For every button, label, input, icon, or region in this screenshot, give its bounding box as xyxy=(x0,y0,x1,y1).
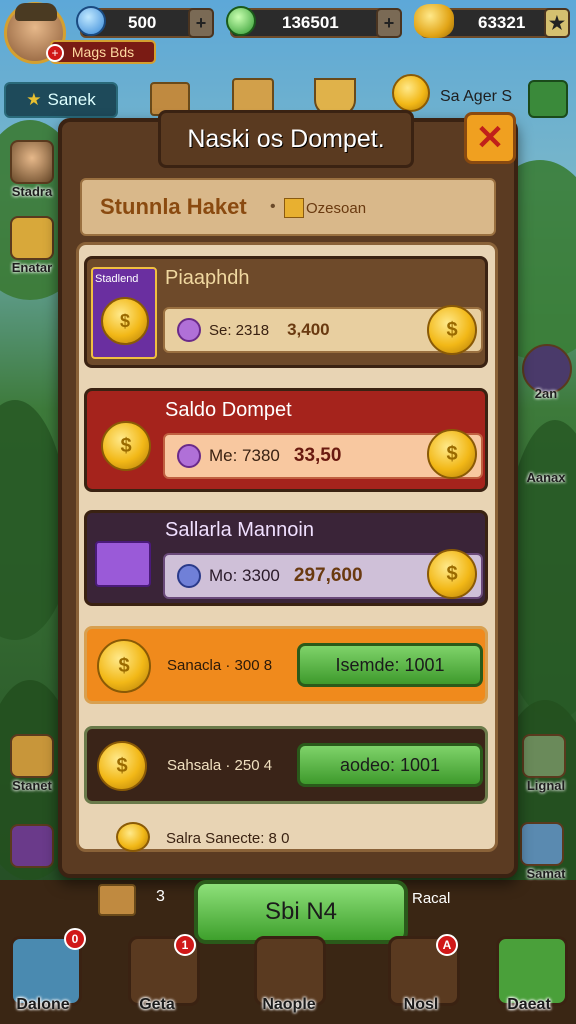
offer2-coin-icon: $ xyxy=(97,741,147,791)
card2-title: Saldo Dompet xyxy=(165,399,292,421)
card1-gem-icon xyxy=(177,318,201,342)
wallet-card-2[interactable]: $ Saldo Dompet Me: 7380 33,50 $ xyxy=(84,388,488,492)
left-side-label-1: Stadra xyxy=(11,184,53,199)
card3-amount: 297,600 xyxy=(293,565,363,586)
right-side-label-2: Aanax xyxy=(526,470,566,485)
bottom-nav-4-badge: A xyxy=(436,934,458,956)
bottom-nav-2-badge: 1 xyxy=(174,934,196,956)
card2-buy-coin[interactable]: $ xyxy=(427,429,477,479)
gold-pile-icon xyxy=(414,4,454,38)
player-tag-text: Mags Bds xyxy=(71,44,135,60)
bottom-nav-1-label: Dalone xyxy=(16,996,70,1013)
card3-buy-coin[interactable]: $ xyxy=(427,549,477,599)
header-left-label: Stunnla Haket xyxy=(100,194,247,219)
modal-title-box: Naski os Dompet. xyxy=(158,110,414,168)
left-side-label-3: Stanet xyxy=(12,778,52,793)
offer1-button-label: Isemde: 1001 xyxy=(335,654,445,675)
star-icon: ★ xyxy=(26,90,42,109)
card3-shield-icon xyxy=(177,564,201,588)
card1-title: Piaaphdh xyxy=(165,267,250,289)
offer-card-2[interactable]: $ Sahsala · 250 4 aodeo: 1001 xyxy=(84,726,488,804)
ticket-icon xyxy=(284,198,304,218)
coins-counter: 63321 ★ xyxy=(414,4,570,38)
gems-counter: 500 + xyxy=(76,6,214,38)
cta-label: Sbi N4 xyxy=(264,898,338,925)
right-side-button-3[interactable] xyxy=(522,734,566,778)
card2-price-text: Me: 7380 xyxy=(209,446,280,465)
right-side-label-3: Lignal xyxy=(526,778,566,793)
right-side-label-4: Samat xyxy=(526,866,566,881)
card1-badge: Stadlend xyxy=(95,273,139,285)
left-side-button-1[interactable] xyxy=(10,140,54,184)
right-side-button-4[interactable] xyxy=(520,822,564,866)
modal-header-bar: Stunnla Haket • Ozesoan xyxy=(80,178,496,236)
main-cta-button[interactable]: Sbi N4 xyxy=(194,880,408,944)
add-coins-button[interactable]: ★ xyxy=(544,8,570,38)
card1-amount: 3,400 xyxy=(287,320,330,339)
card1-price-text: Se: 2318 xyxy=(209,321,270,339)
left-side-button-4[interactable] xyxy=(10,824,54,868)
notification-badge[interactable]: + xyxy=(46,44,64,62)
map-button[interactable] xyxy=(528,80,568,118)
offer2-label: Sahsala · 250 4 xyxy=(167,757,273,774)
offer-card-1[interactable]: $ Sanacla · 300 8 Isemde: 1001 xyxy=(84,626,488,704)
wallet-card-1[interactable]: Stadlend $ Piaaphdh Se: 2318 3,400 $ xyxy=(84,256,488,368)
modal-title: Naski os Dompet. xyxy=(187,124,385,153)
add-gold-button[interactable]: + xyxy=(376,8,402,38)
emerald-icon xyxy=(226,6,256,36)
coins-value: 63321 xyxy=(478,13,526,32)
card1-image: Stadlend $ xyxy=(91,267,157,359)
wallet-card-3[interactable]: Sallarla Mannoin Mo: 3300 297,600 $ xyxy=(84,510,488,606)
shop-item-coin[interactable] xyxy=(392,74,430,112)
gold-counter: 136501 + xyxy=(226,6,402,38)
offer1-label: Sanacla · 300 8 xyxy=(167,657,273,674)
right-nav-label: Sa Ager S xyxy=(440,88,513,105)
below-crate-icon xyxy=(98,884,136,916)
left-side-label-2: Enatar xyxy=(11,260,53,275)
offer1-coin-icon: $ xyxy=(97,639,151,693)
bottom-nav-4-label: Nosl xyxy=(403,996,439,1013)
close-icon: ✕ xyxy=(475,119,505,157)
card3-title: Sallarla Mannoin xyxy=(165,519,314,541)
footer-coins-icon xyxy=(116,822,150,852)
add-gems-button[interactable]: + xyxy=(188,8,214,38)
footer-text: Salra Sanecte: 8 0 xyxy=(166,830,290,847)
left-side-button-3[interactable] xyxy=(10,734,54,778)
offer2-buy-button[interactable]: aodeo: 1001 xyxy=(297,743,483,787)
bottom-nav-2-label: Geta xyxy=(139,996,175,1013)
below-right-text: Racal xyxy=(412,890,451,907)
card3-price-text: Mo: 3300 xyxy=(209,566,280,585)
right-side-label-1: 2an xyxy=(534,386,558,401)
card1-buy-coin[interactable]: $ xyxy=(427,305,477,355)
bottom-nav-5-label: Daeat xyxy=(507,996,551,1013)
search-tab-label: Sanek xyxy=(47,90,96,109)
search-tab[interactable]: ★ Sanek xyxy=(4,82,118,118)
offer1-buy-button[interactable]: Isemde: 1001 xyxy=(297,643,483,687)
header-separator: • xyxy=(270,198,276,215)
card2-coin-icon: $ xyxy=(101,421,151,471)
card2-amount: 33,50 xyxy=(293,445,342,466)
close-button[interactable]: ✕ xyxy=(464,112,516,164)
player-tag: Mags Bds xyxy=(50,40,156,64)
header-right-label: Ozesoan xyxy=(306,200,367,217)
gem-icon xyxy=(76,6,106,36)
bottom-nav-1-badge: 0 xyxy=(64,928,86,950)
card3-chest-icon xyxy=(95,541,151,587)
card2-gem-icon xyxy=(177,444,201,468)
bottom-nav-3-label: Naople xyxy=(262,996,316,1013)
card1-coin-icon: $ xyxy=(101,297,149,345)
offer2-button-label: aodeo: 1001 xyxy=(339,754,441,775)
gold-value: 136501 xyxy=(282,13,339,32)
left-side-button-2[interactable] xyxy=(10,216,54,260)
below-left-number: 3 xyxy=(156,888,165,905)
gems-value: 500 xyxy=(128,13,157,32)
